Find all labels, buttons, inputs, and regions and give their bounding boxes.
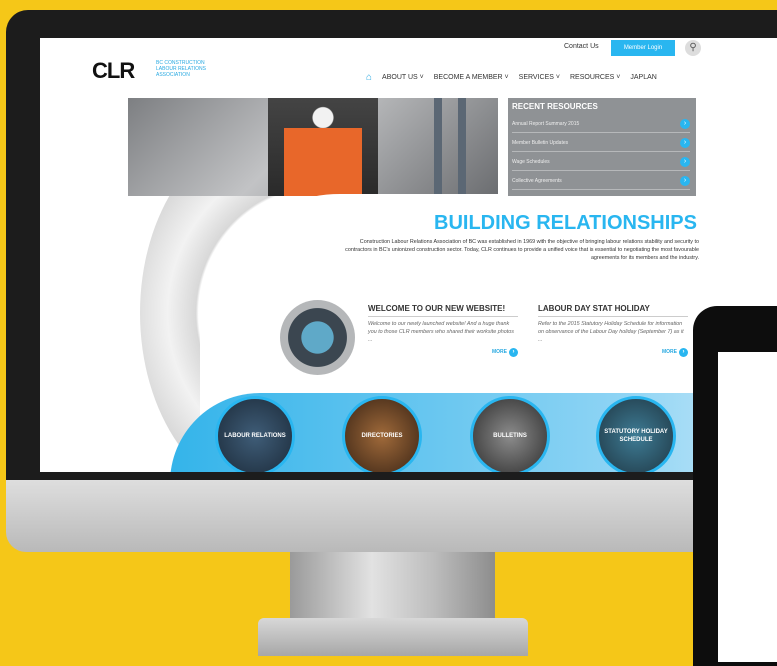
recent-resource-item[interactable]: Wage Schedules ›	[512, 154, 690, 171]
quick-link-holiday-schedule[interactable]: STATUTORY HOLIDAY SCHEDULE	[596, 396, 676, 472]
tablet-screen	[718, 352, 777, 662]
contact-us-link[interactable]: Contact Us	[564, 43, 599, 50]
search-icon[interactable]: ⚲	[685, 40, 701, 56]
nav-item-about-us[interactable]: ABOUT US ˅	[382, 74, 424, 82]
news-title[interactable]: LABOUR DAY STAT HOLIDAY	[538, 304, 688, 313]
chevron-right-icon: ›	[509, 348, 518, 357]
news-more-link[interactable]: MORE ›	[368, 348, 518, 357]
news-card-labour-day: LABOUR DAY STAT HOLIDAY Refer to the 201…	[538, 304, 688, 357]
page-headline: BUILDING RELATIONSHIPS	[434, 212, 697, 234]
news-excerpt: Welcome to our newly launched website! A…	[368, 321, 514, 343]
chevron-right-icon: ›	[680, 176, 690, 186]
main-nav: ⌂ ABOUT US ˅ BECOME A MEMBER ˅ SERVICES …	[366, 73, 657, 83]
chevron-right-icon: ›	[680, 119, 690, 129]
news-title[interactable]: WELCOME TO OUR NEW WEBSITE!	[368, 304, 518, 313]
quick-link-bulletins[interactable]: BULLETINS	[470, 396, 550, 472]
recent-resource-item[interactable]: Annual Report Summary 2015 ›	[512, 116, 690, 133]
nav-item-japlan[interactable]: JAPLAN	[630, 74, 656, 82]
quick-link-labour-relations[interactable]: LABOUR RELATIONS	[215, 396, 295, 472]
website-screen: CLR BC CONSTRUCTION LABOUR RELATIONS ASS…	[40, 38, 777, 472]
news-divider	[538, 316, 688, 317]
chevron-right-icon: ›	[680, 138, 690, 148]
monitor-stand-base	[258, 618, 528, 656]
news-more-link[interactable]: MORE ›	[538, 348, 688, 357]
recent-resource-item[interactable]: Member Bulletin Updates ›	[512, 135, 690, 152]
home-icon[interactable]: ⌂	[366, 73, 372, 83]
news-card-welcome: WELCOME TO OUR NEW WEBSITE! Welcome to o…	[368, 304, 518, 357]
recent-resource-item[interactable]: Collective Agreements ›	[512, 173, 690, 190]
member-login-button[interactable]: Member Login	[611, 40, 675, 56]
hero-image	[128, 98, 498, 196]
chevron-right-icon: ›	[679, 348, 688, 357]
nav-item-services[interactable]: SERVICES ˅	[519, 74, 560, 82]
news-thumbnail[interactable]	[280, 300, 355, 375]
hero-pole	[434, 98, 442, 196]
recent-resources-panel: RECENT RESOURCES Annual Report Summary 2…	[508, 98, 696, 196]
quick-link-directories[interactable]: DIRECTORIES	[342, 396, 422, 472]
site-logo[interactable]: CLR	[92, 58, 135, 84]
monitor-stand-neck	[290, 552, 495, 622]
news-divider	[368, 316, 518, 317]
nav-item-resources[interactable]: RESOURCES ˅	[570, 74, 620, 82]
hero-vest	[284, 128, 362, 196]
recent-resources-title: RECENT RESOURCES	[512, 102, 598, 111]
monitor-chin	[6, 480, 777, 552]
hero-pole	[458, 98, 466, 196]
intro-paragraph: Construction Labour Relations Associatio…	[345, 239, 699, 261]
nav-item-become-member[interactable]: BECOME A MEMBER ˅	[434, 74, 509, 82]
chevron-right-icon: ›	[680, 157, 690, 167]
logo-tagline: BC CONSTRUCTION LABOUR RELATIONS ASSOCIA…	[156, 60, 206, 78]
news-excerpt: Refer to the 2015 Statutory Holiday Sche…	[538, 321, 684, 343]
